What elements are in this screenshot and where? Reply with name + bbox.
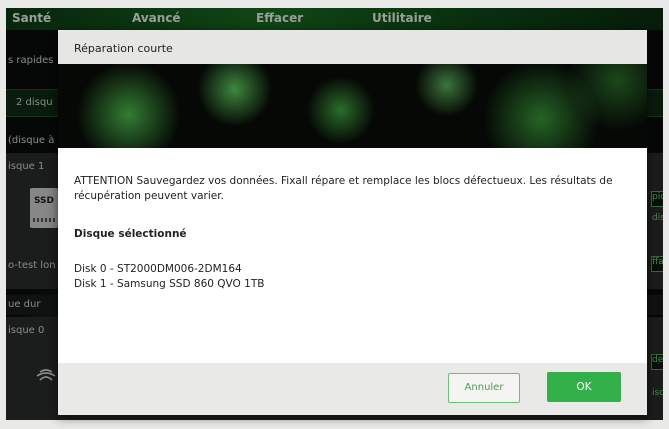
warning-message: ATTENTION Sauvegardez vos données. Fixal…	[74, 175, 613, 202]
dialog-title-bar: Réparation courte	[58, 30, 647, 65]
selected-disk-heading: Disque sélectionné	[74, 228, 187, 240]
short-repair-dialog: Réparation courte ATTENTION Sauvegardez …	[58, 30, 647, 415]
dialog-footer: Annuler OK	[58, 363, 647, 415]
selected-disk-list: Disk 0 - ST2000DM006-2DM164 Disk 1 - Sam…	[74, 262, 264, 292]
dialog-body: ATTENTION Sauvegardez vos données. Fixal…	[58, 148, 647, 363]
list-item: Disk 1 - Samsung SSD 860 QVO 1TB	[74, 278, 265, 290]
dialog-title: Réparation courte	[74, 42, 173, 55]
ok-button[interactable]: OK	[547, 372, 621, 402]
list-item: Disk 0 - ST2000DM006-2DM164	[74, 263, 242, 275]
dialog-banner-image	[58, 64, 647, 148]
cancel-button[interactable]: Annuler	[448, 373, 520, 403]
